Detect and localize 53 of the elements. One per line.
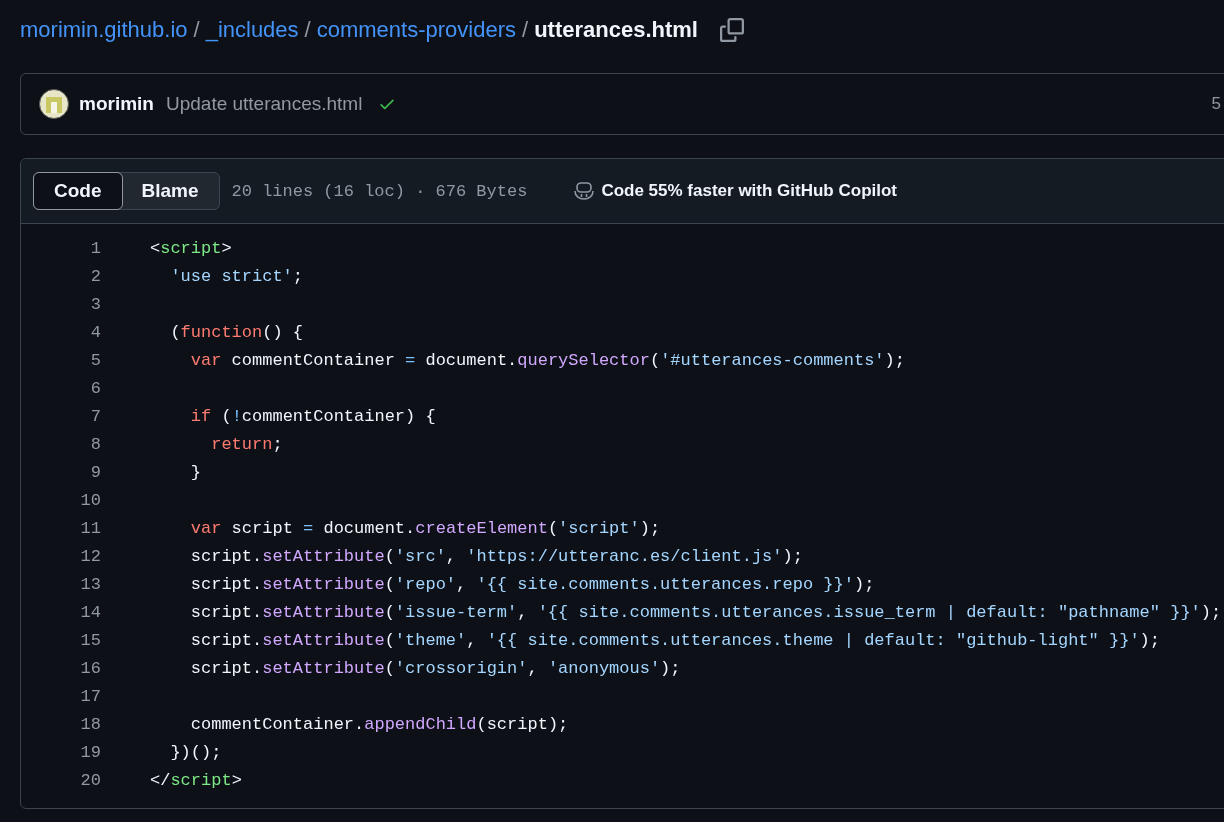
- avatar-icon: [39, 89, 69, 119]
- path-separator: /: [304, 17, 311, 43]
- line-number: 18: [80, 714, 101, 734]
- line-number: 1: [90, 238, 101, 258]
- line-number: 9: [90, 462, 101, 482]
- line-number: 2: [90, 266, 101, 286]
- line-number: 8: [90, 434, 101, 454]
- code-line: }: [189, 462, 201, 482]
- copy-path-button[interactable]: [717, 16, 746, 44]
- code-line: script.setAttribute('issue-term', '{{ site.comments.utterances.issue_term | default: "pathname" }}');: [189, 602, 1222, 622]
- line-number: 14: [80, 602, 101, 622]
- line-number: 4: [90, 322, 101, 342]
- view-tab[interactable]: Blame: [120, 172, 220, 210]
- code-line: 'use strict';: [169, 266, 304, 286]
- code-line: script.setAttribute('crossorigin', 'anonymous');: [189, 658, 681, 678]
- code-line: commentContainer.appendChild(script);: [189, 714, 569, 734]
- code-line: script.setAttribute('src', 'https://utteranc.es/client.js');: [189, 546, 803, 566]
- code-line: script.setAttribute('theme', '{{ site.comments.utterances.theme | default: "github-light" }}');: [189, 630, 1160, 650]
- line-number: 17: [80, 686, 101, 706]
- breadcrumb-link[interactable]: morimin.github.io: [20, 17, 188, 43]
- code-line: var commentContainer = document.querySelector('#utterances-comments');: [189, 350, 905, 370]
- copilot-link[interactable]: Code 55% faster with GitHub Copilot: [573, 181, 897, 201]
- line-number: 5: [90, 350, 101, 370]
- commit-message[interactable]: Update utterances.html: [165, 93, 363, 115]
- code-line: var script = document.createElement('script');: [189, 518, 661, 538]
- code-line: (function() {: [169, 322, 304, 342]
- code-line: script.setAttribute('repo', '{{ site.comments.utterances.repo }}');: [189, 574, 875, 594]
- path-separator: /: [522, 17, 529, 43]
- path-separator: /: [193, 17, 200, 43]
- line-number: 6: [90, 378, 101, 398]
- code-line: })();: [169, 742, 222, 762]
- code-line: if (!commentContainer) {: [189, 406, 436, 426]
- line-number: 3: [90, 294, 101, 314]
- file-name: utterances.html: [534, 17, 698, 43]
- file-stats: 20 lines (16 loc) · 676 Bytes: [231, 181, 528, 201]
- breadcrumb-link[interactable]: _includes: [205, 17, 299, 43]
- code-line: </script>: [150, 770, 242, 790]
- line-number: 13: [80, 574, 101, 594]
- line-number: 12: [80, 546, 101, 566]
- code-line: return;: [210, 434, 283, 454]
- line-number: 7: [90, 406, 101, 426]
- breadcrumb-link[interactable]: comments-providers: [316, 17, 516, 43]
- line-number: 11: [80, 518, 101, 538]
- code-line: <script>: [150, 238, 232, 258]
- commit-author[interactable]: morimin: [79, 93, 154, 115]
- line-number: 10: [80, 490, 101, 510]
- bot-icon: [573, 181, 596, 201]
- line-number: 16: [80, 658, 101, 678]
- commit-time: 5: [1211, 94, 1222, 114]
- line-number: 15: [80, 630, 101, 650]
- line-number: 20: [80, 770, 101, 790]
- line-number: 19: [80, 742, 101, 762]
- view-tab[interactable]: Code: [33, 172, 123, 210]
